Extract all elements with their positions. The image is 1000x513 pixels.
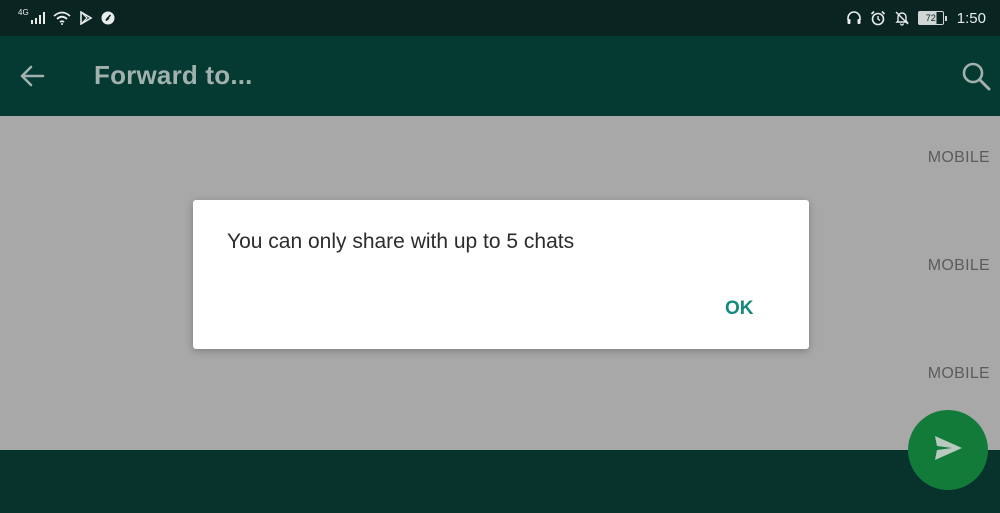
battery-level: 72 bbox=[917, 11, 944, 25]
contact-type-label: MOBILE bbox=[927, 365, 990, 382]
app-bar: Forward to... bbox=[0, 36, 1000, 116]
signal-icon bbox=[30, 12, 45, 24]
send-button[interactable] bbox=[908, 410, 988, 490]
network-type: 4G bbox=[18, 7, 29, 17]
status-left: 4G bbox=[18, 7, 115, 25]
location-icon bbox=[101, 11, 115, 25]
contact-type-label: MOBILE bbox=[927, 149, 990, 166]
alarm-icon bbox=[870, 10, 886, 26]
play-store-icon bbox=[79, 11, 93, 25]
ok-button[interactable]: OK bbox=[719, 296, 760, 322]
notifications-muted-icon bbox=[894, 10, 910, 26]
dialog-message: You can only share with up to 5 chats bbox=[227, 230, 575, 253]
contact-type-label: MOBILE bbox=[927, 257, 990, 274]
send-icon bbox=[932, 432, 964, 469]
page-title: Forward to... bbox=[94, 60, 253, 90]
selected-contacts-bar bbox=[0, 450, 1000, 513]
status-bar: 4G 72 1:50 bbox=[0, 0, 1000, 36]
headphones-icon bbox=[846, 10, 862, 26]
share-limit-dialog: You can only share with up to 5 chats OK bbox=[193, 200, 809, 349]
search-icon[interactable] bbox=[960, 60, 992, 92]
status-right: 72 1:50 bbox=[846, 10, 986, 27]
battery-icon: 72 bbox=[917, 11, 947, 25]
wifi-icon bbox=[53, 11, 71, 25]
clock: 1:50 bbox=[956, 9, 986, 27]
arrow-back-icon[interactable] bbox=[18, 62, 46, 90]
